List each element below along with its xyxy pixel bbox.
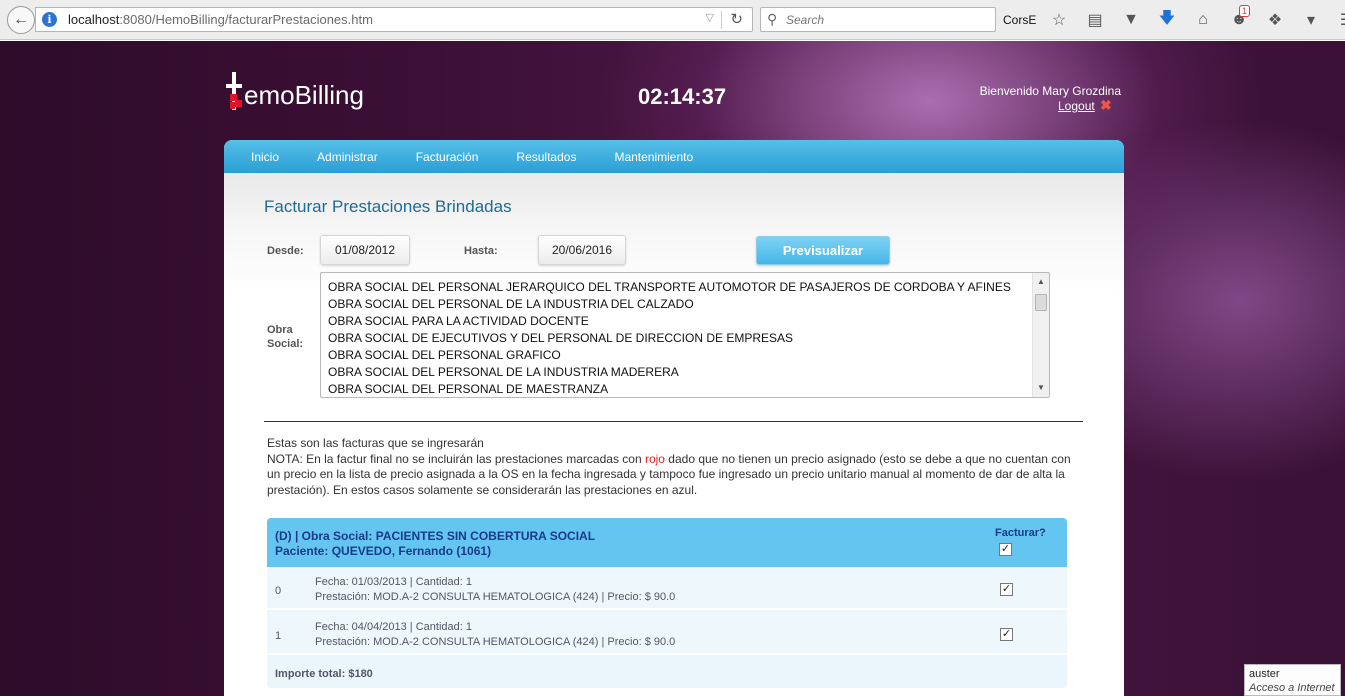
nav-item-resultados[interactable]: Resultados — [516, 150, 576, 164]
close-icon[interactable]: ✖ — [1100, 97, 1112, 114]
chat-icon[interactable]: ☻ 1 — [1221, 5, 1257, 29]
chevron-down-icon[interactable]: ▾ — [1293, 10, 1329, 30]
page-title: Facturar Prestaciones Brindadas — [264, 197, 512, 216]
row-fecha: Fecha: 04/04/2013 | Cantidad: 1 — [315, 621, 472, 633]
nav-item-mantenimiento[interactable]: Mantenimiento — [614, 150, 693, 164]
logo-text: emoBilling — [244, 80, 364, 110]
logo[interactable]: emoBilling — [226, 66, 364, 110]
corse-extension[interactable]: CorsE — [1003, 13, 1041, 27]
row-index: 0 — [275, 585, 282, 597]
main-nav: Inicio Administrar Facturación Resultado… — [224, 140, 1124, 173]
url-separator — [721, 11, 722, 29]
previsualizar-button[interactable]: Previsualizar — [756, 236, 890, 265]
home-icon[interactable]: ⌂ — [1185, 11, 1221, 29]
divider — [264, 421, 1083, 422]
note-red-word: rojo — [644, 451, 665, 466]
row-checkbox[interactable]: ✓ — [1000, 583, 1013, 596]
notification-badge: 1 — [1239, 5, 1251, 17]
obra-social-options: OBRA SOCIAL DEL PERSONAL JERARQUICO DEL … — [321, 279, 1011, 397]
bookmark-star-icon[interactable]: ☆ — [1041, 10, 1077, 30]
url-dropdown-icon[interactable]: ▽ — [706, 11, 714, 24]
obra-social-select[interactable]: OBRA SOCIAL DEL PERSONAL JERARQUICO DEL … — [320, 272, 1050, 398]
nav-item-facturacion[interactable]: Facturación — [416, 150, 479, 164]
row-index: 1 — [275, 630, 282, 642]
table-row: 0 Fecha: 01/03/2013 | Cantidad: 1 Presta… — [267, 567, 1067, 610]
url-text[interactable]: localhost:8080/HemoBilling/facturarPrest… — [68, 12, 373, 27]
search-bar[interactable]: ⚲ Search — [760, 7, 996, 32]
note-text: NOTA: En la factur final no se incluirán… — [267, 451, 1071, 497]
browser-toolbar: ← i localhost:8080/HemoBilling/facturarP… — [0, 0, 1345, 40]
row-prestacion: Prestación: MOD.A-2 CONSULTA HEMATOLOGIC… — [315, 591, 676, 603]
row-fecha: Fecha: 01/03/2013 | Cantidad: 1 — [315, 576, 472, 588]
back-arrow-icon[interactable]: ← — [7, 6, 35, 34]
search-icon: ⚲ — [767, 11, 778, 27]
desde-date-input[interactable]: 01/08/2012 — [320, 235, 410, 265]
table-row: 1 Fecha: 04/04/2013 | Cantidad: 1 Presta… — [267, 612, 1067, 655]
row-prestacion: Prestación: MOD.A-2 CONSULTA HEMATOLOGIC… — [315, 636, 676, 648]
logout-link[interactable]: Logout — [1058, 99, 1095, 113]
facturar-label: Facturar? — [995, 527, 1046, 539]
url-bar[interactable]: i localhost:8080/HemoBilling/facturarPre… — [35, 7, 753, 32]
hasta-date-input[interactable]: 20/06/2016 — [538, 235, 626, 265]
toolbar-icons: CorsE ☆ ▤ ▼ 🡇 ⌂ ☻1 ❖ ▾ ☰ — [1003, 5, 1345, 34]
importe-total: Importe total: $180 — [275, 668, 373, 680]
nav-item-inicio[interactable]: Inicio — [251, 150, 279, 164]
invoice-title: (D) | Obra Social: PACIENTES SIN COBERTU… — [275, 529, 596, 558]
download-icon[interactable]: 🡇 — [1149, 7, 1185, 34]
logo-mark-icon — [226, 72, 244, 110]
list-item[interactable]: OBRA SOCIAL DEL PERSONAL DE LA INDUSTRIA… — [321, 296, 1011, 313]
search-placeholder: Search — [786, 13, 825, 27]
scroll-thumb[interactable] — [1035, 294, 1047, 311]
facturar-all-checkbox[interactable]: ✓ — [999, 543, 1012, 556]
reading-list-icon[interactable]: ▤ — [1077, 10, 1113, 30]
list-item[interactable]: OBRA SOCIAL PARA LA ACTIVIDAD DOCENTE — [321, 313, 1011, 330]
welcome-text: Bienvenido Mary Grozdina — [979, 84, 1121, 98]
pocket-icon[interactable]: ▼ — [1113, 11, 1149, 29]
scroll-up-icon[interactable]: ▲ — [1033, 275, 1049, 289]
list-item[interactable]: OBRA SOCIAL DEL PERSONAL DE MAESTRANZA — [321, 381, 1011, 397]
invoice-card: (D) | Obra Social: PACIENTES SIN COBERTU… — [267, 518, 1067, 688]
desde-label: Desde: — [267, 245, 304, 257]
content-area: Facturar Prestaciones Brindadas Desde: 0… — [224, 173, 1124, 696]
list-item[interactable]: OBRA SOCIAL DEL PERSONAL GRAFICO — [321, 347, 1011, 364]
nav-item-administrar[interactable]: Administrar — [317, 150, 378, 164]
menu-icon[interactable]: ☰ — [1329, 10, 1345, 30]
info-line: Estas son las facturas que se ingresarán — [267, 436, 484, 450]
listbox-scrollbar[interactable]: ▲ ▼ — [1032, 273, 1049, 397]
main-panel: Inicio Administrar Facturación Resultado… — [224, 140, 1124, 696]
hasta-label: Hasta: — [464, 245, 498, 257]
obra-social-label: Obra Social: — [267, 324, 304, 350]
invoice-header: (D) | Obra Social: PACIENTES SIN COBERTU… — [267, 518, 1067, 567]
list-item[interactable]: OBRA SOCIAL DEL PERSONAL JERARQUICO DEL … — [321, 279, 1011, 296]
reload-icon[interactable]: ↻ — [730, 10, 743, 28]
scroll-down-icon[interactable]: ▼ — [1033, 381, 1049, 395]
list-item[interactable]: OBRA SOCIAL DEL PERSONAL DE LA INDUSTRIA… — [321, 364, 1011, 381]
row-checkbox[interactable]: ✓ — [1000, 628, 1013, 641]
info-icon[interactable]: i — [42, 12, 57, 27]
list-item[interactable]: OBRA SOCIAL DE EJECUTIVOS Y DEL PERSONAL… — [321, 330, 1011, 347]
info-text: Estas son las facturas que se ingresarán… — [267, 436, 1082, 498]
extension-icon[interactable]: ❖ — [1257, 10, 1293, 30]
clock: 02:14:37 — [638, 84, 727, 109]
network-tooltip: auster Acceso a Internet — [1244, 664, 1341, 696]
